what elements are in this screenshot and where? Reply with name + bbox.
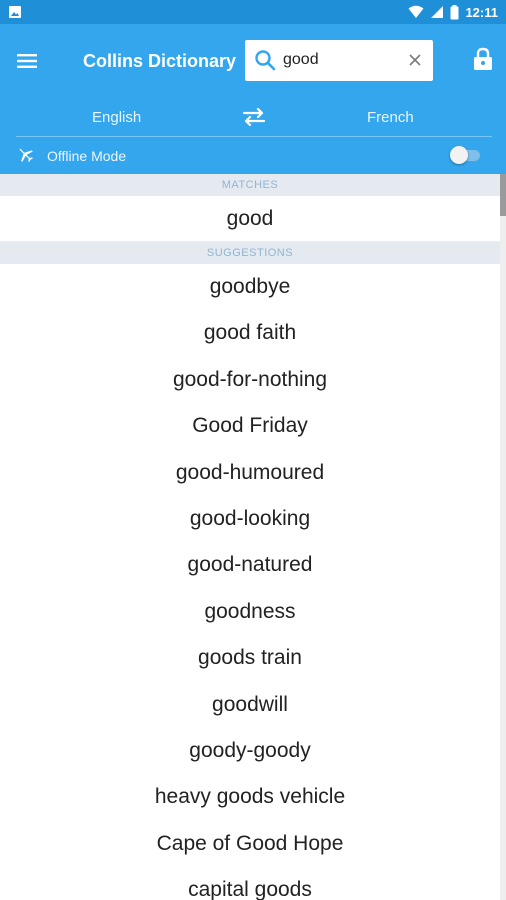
status-time: 12:11 (465, 4, 498, 20)
status-bar: 12:11 (0, 0, 506, 24)
lock-button[interactable] (470, 44, 496, 74)
suggestion-item[interactable]: good-humoured (0, 450, 500, 496)
match-item[interactable]: good (0, 196, 500, 242)
source-language[interactable]: English (92, 109, 141, 126)
suggestion-item[interactable]: Good Friday (0, 403, 500, 449)
app-bar: Collins Dictionary English French (0, 24, 506, 174)
offline-mode-row: Offline Mode (0, 141, 506, 171)
suggestion-item[interactable]: capital goods (0, 867, 500, 900)
signal-icon (431, 6, 444, 18)
suggestion-item[interactable]: good-for-nothing (0, 357, 500, 403)
suggestion-item[interactable]: good faith (0, 310, 500, 356)
offline-mode-label: Offline Mode (47, 148, 127, 164)
scrollbar-thumb[interactable] (500, 174, 506, 216)
wifi-icon (408, 5, 424, 18)
suggestion-item[interactable]: heavy goods vehicle (0, 774, 500, 820)
search-icon (255, 50, 276, 71)
search-box[interactable] (245, 40, 433, 81)
hamburger-menu-icon (17, 54, 37, 68)
close-icon[interactable] (407, 52, 423, 68)
search-input[interactable] (283, 46, 403, 74)
menu-button[interactable] (10, 44, 44, 78)
divider (16, 136, 492, 137)
toggle-knob (450, 146, 468, 164)
matches-list: good (0, 196, 500, 242)
target-language[interactable]: French (367, 109, 414, 126)
language-selector: English French (0, 102, 506, 134)
suggestion-item[interactable]: good-natured (0, 542, 500, 588)
suggestion-item[interactable]: goodness (0, 589, 500, 635)
suggestion-item[interactable]: goody-goody (0, 728, 500, 774)
suggestions-header: SUGGESTIONS (0, 242, 500, 264)
battery-icon (450, 4, 459, 19)
suggestion-item[interactable]: goods train (0, 635, 500, 681)
app-title: Collins Dictionary (83, 51, 237, 71)
suggestion-item[interactable]: goodbye (0, 264, 500, 310)
image-icon (9, 6, 21, 18)
airplane-icon (19, 148, 33, 163)
swap-icon[interactable] (240, 105, 268, 129)
matches-header: MATCHES (0, 174, 500, 196)
suggestions-list: goodbye good faith good-for-nothing Good Fr… (0, 264, 500, 900)
results-list: MATCHES good SUGGESTIONS goodbye good fai… (0, 174, 500, 900)
scrollbar[interactable] (500, 174, 506, 900)
suggestion-item[interactable]: good-looking (0, 496, 500, 542)
offline-mode-toggle[interactable] (450, 146, 480, 164)
suggestion-item[interactable]: Cape of Good Hope (0, 821, 500, 867)
suggestion-item[interactable]: goodwill (0, 682, 500, 728)
lock-icon (474, 47, 492, 70)
